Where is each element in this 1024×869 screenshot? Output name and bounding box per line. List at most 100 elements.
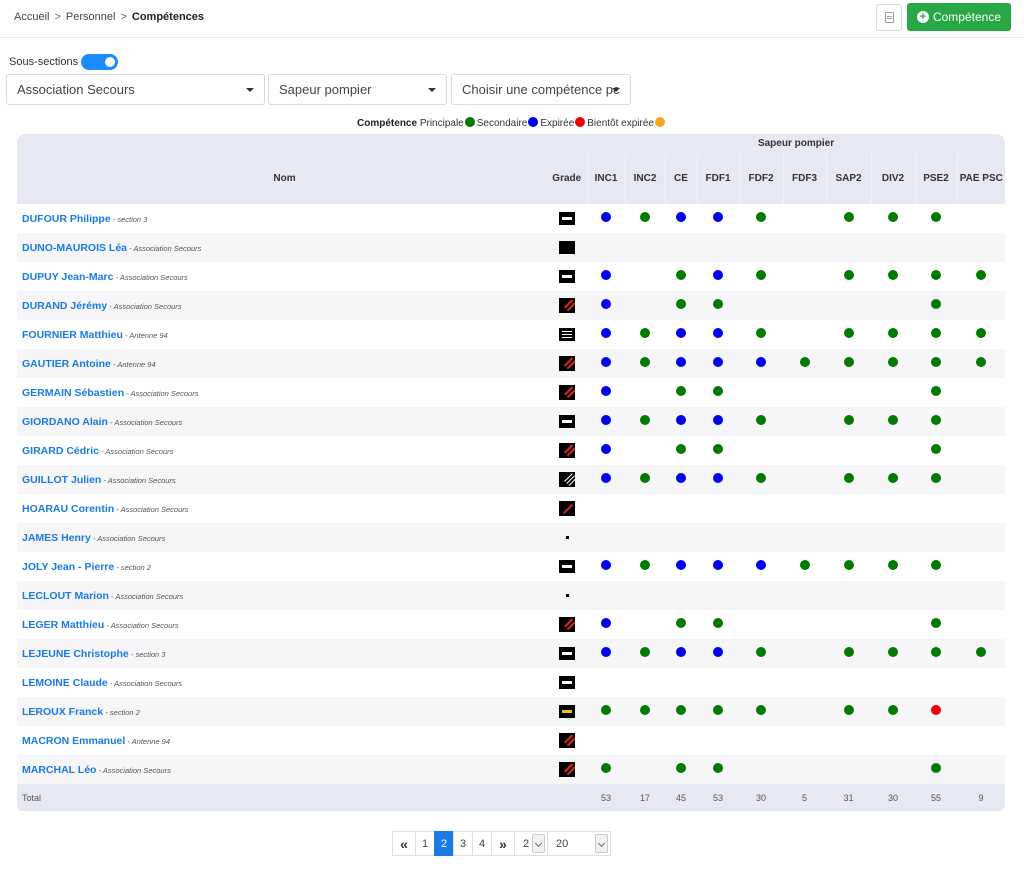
pagination-page-2[interactable]: 2 (434, 831, 454, 856)
competence-dot-principale[interactable] (843, 270, 854, 280)
competence-dot-principale[interactable] (713, 705, 723, 715)
competence-dot-principale[interactable] (640, 212, 650, 222)
person-name-link[interactable]: DUPUY Jean-Marc (22, 271, 113, 283)
competence-dot-principale[interactable] (640, 415, 650, 425)
competence-dot-secondaire[interactable] (676, 473, 686, 483)
competence-dot-principale[interactable] (843, 560, 854, 570)
competence-dot-principale[interactable] (756, 415, 766, 425)
competence-dot-principale[interactable] (976, 270, 987, 280)
competence-dot-secondaire[interactable] (601, 647, 611, 657)
competence-dot-principale[interactable] (888, 647, 898, 657)
column-header-grade[interactable]: Grade (547, 153, 587, 204)
competence-dot-secondaire[interactable] (601, 386, 611, 396)
person-name-link[interactable]: GIRARD Cédric (22, 445, 99, 457)
person-name-link[interactable]: GUILLOT Julien (22, 474, 101, 486)
competence-dot-secondaire[interactable] (756, 560, 766, 570)
competence-dot-principale[interactable] (976, 357, 987, 367)
competence-dot-principale[interactable] (756, 212, 766, 222)
competence-dot-secondaire[interactable] (713, 415, 723, 425)
person-name-link[interactable]: GAUTIER Antoine (22, 358, 111, 370)
column-header-skill[interactable]: INC2 (624, 153, 665, 204)
competence-dot-secondaire[interactable] (601, 560, 611, 570)
person-name-link[interactable]: DURAND Jérémy (22, 300, 107, 312)
competence-dot-secondaire[interactable] (676, 328, 686, 338)
competence-dot-principale[interactable] (931, 444, 941, 454)
column-header-skill[interactable]: INC1 (586, 153, 625, 204)
export-button[interactable] (876, 4, 902, 31)
competence-dot-principale[interactable] (756, 270, 766, 280)
page-size-select[interactable]: 20 (547, 831, 611, 856)
competence-dot-principale[interactable] (931, 386, 941, 396)
competence-dot-principale[interactable] (713, 299, 723, 309)
competence-dot-secondaire[interactable] (676, 357, 686, 367)
competence-dot-secondaire[interactable] (601, 415, 611, 425)
column-header-skill[interactable]: PSE2 (914, 153, 957, 204)
person-name-link[interactable]: LEGER Matthieu (22, 619, 104, 631)
competence-dot-principale[interactable] (640, 357, 650, 367)
breadcrumb-home[interactable]: Accueil (14, 11, 49, 23)
competence-dot-principale[interactable] (676, 270, 686, 280)
competence-dot-principale[interactable] (888, 328, 898, 338)
competence-dot-principale[interactable] (713, 444, 723, 454)
competence-dot-principale[interactable] (931, 270, 941, 280)
competence-dot-secondaire[interactable] (601, 212, 611, 222)
add-competence-button[interactable]: + Compétence (907, 3, 1011, 31)
competence-dot-principale[interactable] (931, 473, 941, 483)
competence-dot-principale[interactable] (976, 328, 987, 338)
competence-dot-secondaire[interactable] (676, 560, 686, 570)
competence-dot-principale[interactable] (756, 328, 766, 338)
breadcrumb-section[interactable]: Personnel (66, 11, 116, 23)
competence-dot-principale[interactable] (676, 705, 686, 715)
competence-dot-principale[interactable] (931, 212, 941, 222)
pagination-page-3[interactable]: 3 (453, 831, 473, 856)
competence-dot-secondaire[interactable] (601, 357, 611, 367)
competence-dot-principale[interactable] (640, 328, 650, 338)
column-header-skill[interactable]: FDF2 (738, 153, 783, 204)
competence-dot-principale[interactable] (888, 357, 898, 367)
competence-dot-principale[interactable] (888, 270, 898, 280)
column-header-skill[interactable]: PAE PSC (956, 153, 1005, 204)
role-select[interactable]: Sapeur pompier (268, 74, 447, 105)
competence-dot-principale[interactable] (640, 705, 650, 715)
competence-dot-secondaire[interactable] (713, 270, 723, 280)
competence-dot-principale[interactable] (676, 618, 686, 628)
association-select[interactable]: Association Secours (6, 74, 265, 105)
pagination-last-button[interactable]: » (491, 831, 515, 856)
competence-dot-principale[interactable] (888, 415, 898, 425)
competence-dot-secondaire[interactable] (713, 357, 723, 367)
person-name-link[interactable]: MARCHAL Léo (22, 764, 96, 776)
page-number-select[interactable]: 2 (514, 831, 548, 856)
competence-dot-principale[interactable] (640, 473, 650, 483)
competence-dot-secondaire[interactable] (756, 357, 766, 367)
competence-dot-principale[interactable] (756, 473, 766, 483)
competence-dot-secondaire[interactable] (601, 473, 611, 483)
competence-dot-secondaire[interactable] (601, 444, 611, 454)
competence-dot-principale[interactable] (799, 560, 810, 570)
competence-dot-secondaire[interactable] (676, 415, 686, 425)
competence-dot-principale[interactable] (640, 647, 650, 657)
competence-select[interactable]: Choisir une compétence pc (451, 74, 631, 105)
person-name-link[interactable]: GIORDANO Alain (22, 416, 108, 428)
pagination-page-1[interactable]: 1 (415, 831, 435, 856)
competence-dot-secondaire[interactable] (601, 299, 611, 309)
subsections-toggle[interactable] (81, 54, 119, 70)
competence-dot-secondaire[interactable] (601, 270, 611, 280)
person-name-link[interactable]: LEROUX Franck (22, 706, 103, 718)
competence-dot-secondaire[interactable] (676, 647, 686, 657)
competence-dot-principale[interactable] (931, 299, 941, 309)
person-name-link[interactable]: GERMAIN Sébastien (22, 387, 124, 399)
competence-dot-principale[interactable] (676, 386, 686, 396)
competence-dot-principale[interactable] (640, 560, 650, 570)
column-header-skill[interactable]: FDF1 (696, 153, 739, 204)
competence-dot-principale[interactable] (676, 763, 686, 773)
column-header-skill[interactable]: DIV2 (870, 153, 915, 204)
column-header-skill[interactable]: CE (664, 153, 697, 204)
competence-dot-principale[interactable] (843, 473, 854, 483)
competence-dot-principale[interactable] (799, 357, 810, 367)
competence-dot-secondaire[interactable] (713, 328, 723, 338)
competence-dot-principale[interactable] (843, 647, 854, 657)
person-name-link[interactable]: LEJEUNE Christophe (22, 648, 129, 660)
column-header-skill[interactable]: FDF3 (782, 153, 826, 204)
competence-dot-secondaire[interactable] (713, 212, 723, 222)
competence-dot-principale[interactable] (756, 647, 766, 657)
